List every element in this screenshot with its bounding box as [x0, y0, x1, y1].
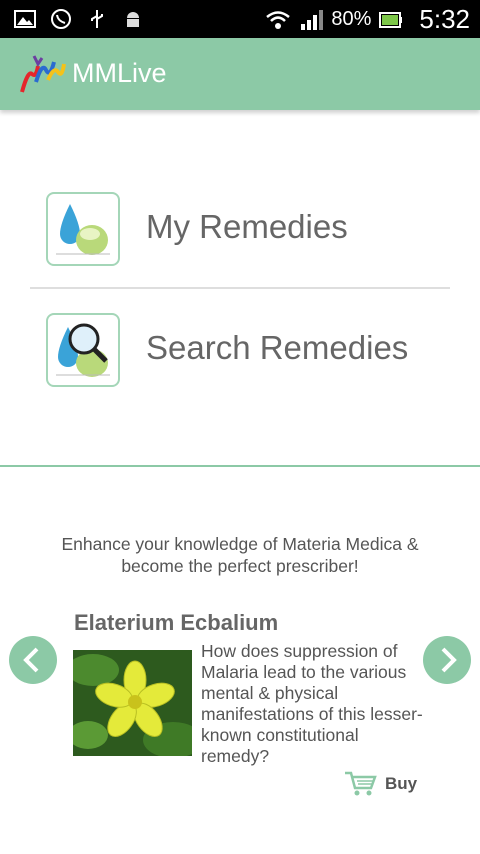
section-divider [0, 465, 480, 467]
app-title: MMLive [72, 58, 167, 88]
menu-divider [30, 287, 450, 289]
app-bar: MMLive [0, 38, 480, 110]
status-bar: 80% 5:32 [0, 0, 480, 38]
remedy-name: Elaterium Ecbalium [74, 610, 279, 635]
usb-icon [91, 10, 103, 28]
next-button[interactable] [423, 636, 471, 684]
clock: 5:32 [419, 4, 470, 34]
remedy-description: How does suppression of Malaria lead to … [201, 641, 423, 766]
chevron-right-icon [441, 647, 457, 673]
battery-icon [379, 11, 403, 28]
previous-button[interactable] [9, 636, 57, 684]
cart-icon [345, 771, 377, 796]
search-remedies-label: Search Remedies [146, 329, 409, 366]
my-remedies-label: My Remedies [146, 208, 348, 245]
image-icon [14, 10, 36, 28]
remedy-image[interactable] [67, 650, 203, 758]
whatsapp-icon [51, 9, 71, 29]
search-remedies-icon [46, 313, 120, 387]
battery-percent: 80% [331, 8, 372, 30]
search-remedies-item[interactable]: Search Remedies [0, 299, 480, 399]
promo-tagline: Enhance your knowledge of Materia Medica… [61, 534, 419, 576]
signal-icon [301, 9, 324, 30]
my-remedies-item[interactable]: My Remedies [0, 178, 480, 278]
app-logo-icon [20, 55, 66, 93]
buy-button[interactable]: Buy [343, 770, 417, 798]
android-icon [127, 12, 139, 27]
buy-label: Buy [385, 774, 418, 793]
wifi-icon [266, 10, 291, 29]
chevron-left-icon [23, 647, 39, 673]
remedies-icon [46, 192, 120, 266]
